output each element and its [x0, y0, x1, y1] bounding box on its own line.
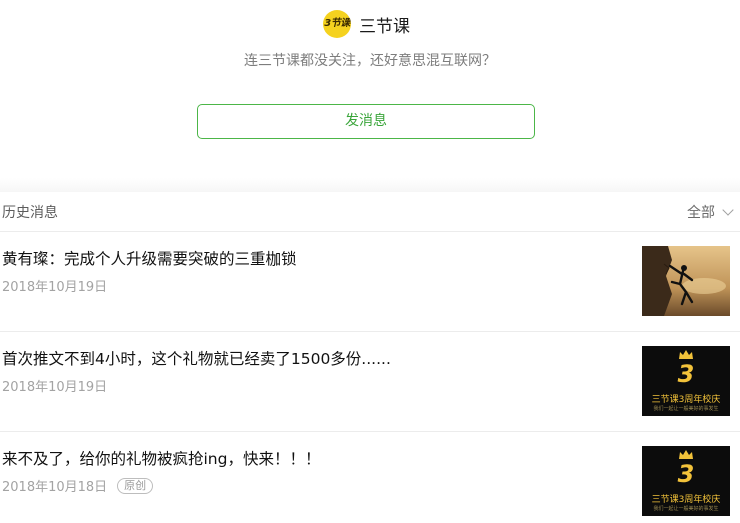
section-divider	[0, 178, 740, 192]
article-title[interactable]: 来不及了，给你的礼物被疯抢ing，快来！！！	[2, 447, 320, 469]
article-title[interactable]: 黄有璨：完成个人升级需要突破的三重枷锁	[2, 247, 297, 269]
article-date-text: 2018年10月19日	[2, 280, 108, 295]
filter-dropdown[interactable]: 全部	[687, 202, 734, 222]
original-badge: 原创	[117, 477, 154, 494]
history-title: 历史消息	[2, 205, 58, 221]
article-item[interactable]: 黄有璨：完成个人升级需要突破的三重枷锁 2018年10月19日	[0, 232, 740, 332]
anniversary-number: 3	[677, 360, 695, 388]
article-date-text: 2018年10月19日	[2, 380, 108, 395]
filter-label: 全部	[687, 205, 715, 221]
account-logo: 3节课	[323, 10, 351, 38]
article-item[interactable]: 来不及了，给你的礼物被疯抢ing，快来！！！ 2018年10月18日 原创 3 …	[0, 432, 740, 523]
account-header: 3节课 三节课 连三节课都没关注，还好意思混互联网？ 发消息	[0, 0, 740, 180]
article-title[interactable]: 首次推文不到4小时，这个礼物就已经卖了1500多份......	[2, 347, 391, 369]
article-item[interactable]: 首次推文不到4小时，这个礼物就已经卖了1500多份...... 2018年10月…	[0, 332, 740, 432]
anniversary-thumbnail[interactable]: 3 三节课3周年校庆 我们一起让一般美好的事发生	[642, 446, 730, 516]
anniversary-thumbnail[interactable]: 3 三节课3周年校庆 我们一起让一般美好的事发生	[642, 346, 730, 416]
history-header: 历史消息 全部	[0, 192, 740, 232]
article-date: 2018年10月19日	[2, 276, 107, 295]
anniversary-text: 三节课3周年校庆	[651, 495, 721, 505]
crown-icon	[679, 450, 693, 459]
climber-thumbnail[interactable]	[642, 246, 730, 316]
anniversary-text: 三节课3周年校庆	[651, 395, 721, 405]
send-message-button[interactable]: 发消息	[197, 104, 535, 139]
logo-text: 3节课	[324, 18, 350, 29]
anniversary-number: 3	[677, 460, 695, 488]
crown-icon	[679, 350, 693, 359]
article-date: 2018年10月19日	[2, 376, 107, 395]
anniversary-subtext: 我们一起让一般美好的事发生	[653, 406, 719, 412]
chevron-down-icon	[722, 204, 734, 216]
account-tagline: 连三节课都没关注，还好意思混互联网？	[244, 53, 496, 69]
account-brand[interactable]: 3节课 三节课	[323, 10, 410, 38]
climber-image	[642, 246, 730, 316]
account-name: 三节课	[359, 16, 410, 37]
article-date-text: 2018年10月18日	[2, 480, 108, 495]
anniversary-subtext: 我们一起让一般美好的事发生	[653, 506, 719, 512]
article-date: 2018年10月18日 原创	[2, 476, 154, 495]
